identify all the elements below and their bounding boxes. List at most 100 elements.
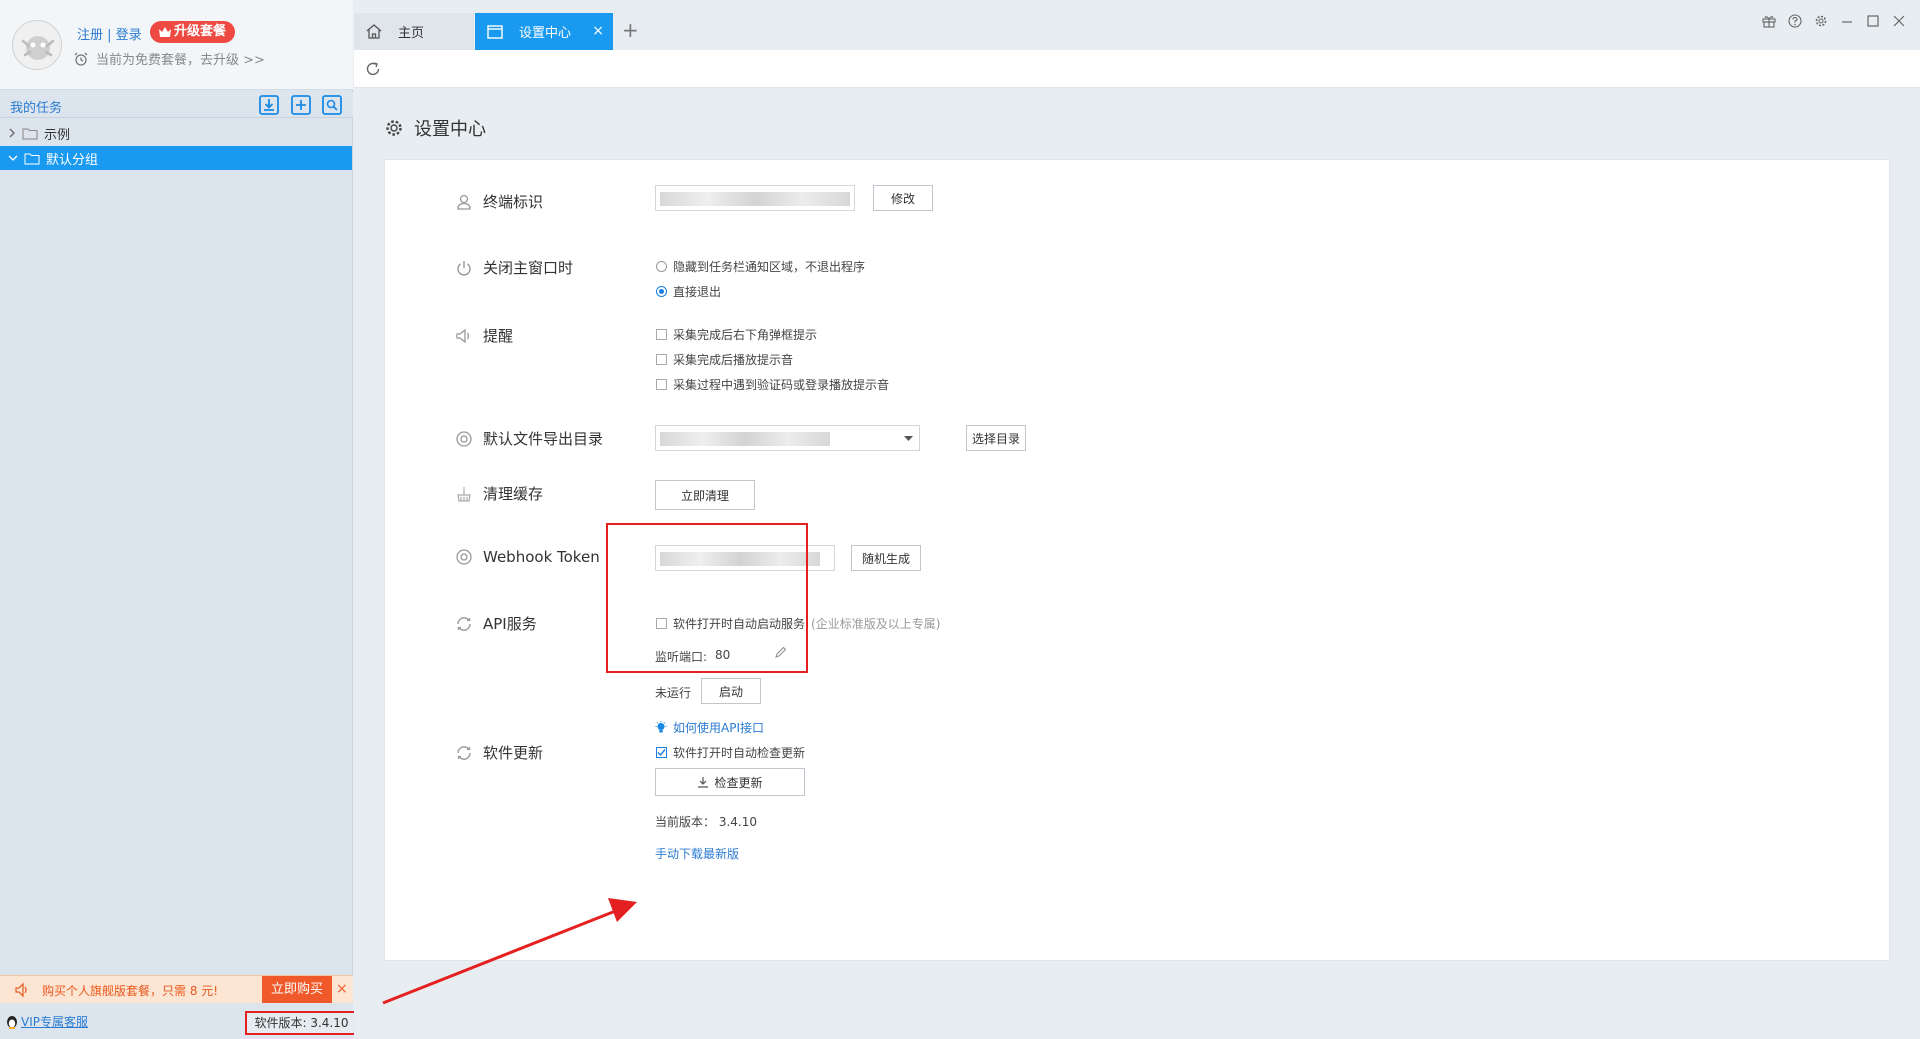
checkbox-checked[interactable] xyxy=(656,747,667,758)
checkbox[interactable] xyxy=(656,379,667,390)
tree-item-default-group[interactable]: 默认分组 xyxy=(0,146,352,170)
reminder-label: 提醒 xyxy=(483,327,514,345)
free-plan-text: 当前为免费套餐，去升级 >> xyxy=(96,53,265,68)
tab-settings[interactable]: 设置中心 × xyxy=(475,13,613,50)
chevron-right-icon[interactable] xyxy=(8,128,16,138)
broom-icon xyxy=(457,486,471,502)
folder-icon xyxy=(24,153,40,164)
gift-icon[interactable] xyxy=(1762,14,1776,28)
clear-cache-label: 清理缓存 xyxy=(483,485,544,503)
check-update-label: 检查更新 xyxy=(714,775,763,790)
api-help-link[interactable]: 如何使用API接口 xyxy=(655,719,764,736)
export-dir-row: 默认文件导出目录 xyxy=(455,428,603,449)
option-label: 隐藏到任务栏通知区域，不退出程序 xyxy=(673,260,866,274)
add-tab-icon[interactable]: + xyxy=(622,20,639,40)
upgrade-plan-button[interactable]: 升级套餐 xyxy=(150,21,236,43)
promo-bar: 购买个人旗舰版套餐，只需 8 元! 立即购买 × xyxy=(0,975,353,1003)
clear-cache-button[interactable]: 立即清理 xyxy=(655,480,755,510)
api-service-row: API服务 xyxy=(455,613,537,634)
tab-label: 主页 xyxy=(398,26,425,41)
check-update-button[interactable]: 检查更新 xyxy=(655,768,805,796)
buy-now-button[interactable]: 立即购买 xyxy=(262,976,332,1003)
close-window-row: 关闭主窗口时 xyxy=(455,257,573,278)
gear-icon xyxy=(386,120,402,136)
import-task-icon[interactable] xyxy=(259,95,279,115)
close-window-label: 关闭主窗口时 xyxy=(483,259,574,277)
crown-icon xyxy=(159,27,171,37)
software-update-label: 软件更新 xyxy=(483,744,544,762)
download-icon xyxy=(698,777,709,788)
manual-download-link[interactable]: 手动下载最新版 xyxy=(655,845,739,862)
option-label: 直接退出 xyxy=(673,285,722,299)
api-status: 未运行 xyxy=(655,686,692,700)
current-version-value: 3.4.10 xyxy=(718,815,758,829)
chevron-down-icon[interactable] xyxy=(8,154,18,162)
tab-label: 设置中心 xyxy=(519,26,572,41)
new-task-icon[interactable] xyxy=(291,95,311,115)
api-help-label: 如何使用API接口 xyxy=(673,721,764,735)
software-version: 软件版本: 3.4.10 xyxy=(245,1011,358,1035)
user-area: 注册 | 登录 升级套餐 当前为免费套餐，去升级 >> xyxy=(0,0,353,90)
vip-support-link[interactable]: VIP专属客服 xyxy=(6,1013,88,1030)
toolbar xyxy=(354,50,1920,88)
settings-content: 设置中心 终端标识 修改 关闭主窗口时 隐藏到任务栏通知区域，不退出程序 直接退… xyxy=(354,89,1920,1039)
tree-item-label: 示例 xyxy=(44,127,71,143)
api-service-label: API服务 xyxy=(483,615,537,633)
promo-text: 购买个人旗舰版套餐，只需 8 元! xyxy=(42,984,219,998)
random-token-button[interactable]: 随机生成 xyxy=(851,545,921,571)
api-start-button[interactable]: 启动 xyxy=(701,678,761,704)
refresh-icon[interactable] xyxy=(364,60,382,78)
choose-dir-button[interactable]: 选择目录 xyxy=(966,425,1026,451)
tab-home[interactable]: 主页 xyxy=(354,13,474,50)
reminder-row: 提醒 xyxy=(455,325,513,346)
checkbox[interactable] xyxy=(656,329,667,340)
upgrade-plan-label: 升级套餐 xyxy=(174,24,227,39)
webhook-label: Webhook Token xyxy=(483,548,600,566)
tree-item-example[interactable]: 示例 xyxy=(0,121,352,145)
auth-links: 注册 | 登录 xyxy=(77,24,142,43)
reminder-option-captcha[interactable]: 采集过程中遇到验证码或登录播放提示音 xyxy=(656,376,889,393)
export-dir-select[interactable] xyxy=(655,425,920,451)
free-plan-notice[interactable]: 当前为免费套餐，去升级 >> xyxy=(74,49,265,68)
lightbulb-icon xyxy=(655,720,667,732)
minimize-icon[interactable] xyxy=(1840,14,1854,28)
power-icon xyxy=(457,260,471,275)
user-icon xyxy=(457,194,471,210)
option-label: 采集完成后播放提示音 xyxy=(673,353,794,367)
window-controls xyxy=(1762,14,1906,28)
close-option-hide[interactable]: 隐藏到任务栏通知区域，不退出程序 xyxy=(656,258,865,275)
window-icon xyxy=(487,24,503,39)
reminder-option-popup[interactable]: 采集完成后右下角弹框提示 xyxy=(656,326,817,343)
webhook-row: Webhook Token xyxy=(455,548,600,566)
modify-terminal-button[interactable]: 修改 xyxy=(873,185,933,211)
gear-icon[interactable] xyxy=(1814,14,1828,28)
close-window-icon[interactable] xyxy=(1892,14,1906,28)
chevron-down-icon[interactable] xyxy=(904,436,913,442)
close-tab-icon[interactable]: × xyxy=(592,23,604,39)
option-note: (企业标准版及以上专属) xyxy=(811,617,941,631)
terminal-id-row: 终端标识 xyxy=(455,191,543,212)
tab-bar: 主页 设置中心 × + xyxy=(354,0,1920,50)
option-label: 采集完成后右下角弹框提示 xyxy=(673,328,818,342)
target-icon xyxy=(456,430,472,447)
reminder-option-sound[interactable]: 采集完成后播放提示音 xyxy=(656,351,793,368)
close-option-exit[interactable]: 直接退出 xyxy=(656,283,721,300)
promo-close-icon[interactable]: × xyxy=(336,981,348,997)
sidebar: 注册 | 登录 升级套餐 当前为免费套餐，去升级 >> 我的任务 示例 默认分组 xyxy=(0,0,358,1039)
folder-icon xyxy=(22,128,38,139)
sync-icon xyxy=(457,616,471,631)
radio-exit[interactable] xyxy=(656,286,667,297)
penguin-icon xyxy=(7,1015,17,1029)
register-link[interactable]: 注册 xyxy=(77,28,103,43)
avatar[interactable] xyxy=(12,20,62,70)
speaker-icon xyxy=(15,982,27,998)
auto-check-update-option[interactable]: 软件打开时自动检查更新 xyxy=(656,744,805,761)
login-link[interactable]: 登录 xyxy=(116,28,142,43)
search-task-icon[interactable] xyxy=(322,95,342,115)
terminal-id-field xyxy=(655,185,855,211)
software-update-row: 软件更新 xyxy=(455,742,543,763)
checkbox[interactable] xyxy=(656,354,667,365)
radio-hide[interactable] xyxy=(656,261,667,272)
help-icon[interactable] xyxy=(1788,14,1802,28)
maximize-icon[interactable] xyxy=(1866,14,1880,28)
